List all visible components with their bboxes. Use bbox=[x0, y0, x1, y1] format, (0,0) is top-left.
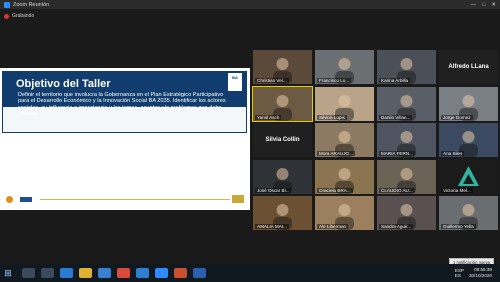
participant-tile[interactable]: Karina Arbilla bbox=[377, 50, 436, 84]
system-tray: ESP ES 09:55:39 30/10/2020 bbox=[455, 267, 492, 278]
participant-tile[interactable]: MARIA FERN... bbox=[377, 123, 436, 157]
participant-grid: Christian Vel... Francisco Lo... Karina Ar… bbox=[252, 50, 499, 230]
participant-name: CLAUDIO AU... bbox=[379, 187, 415, 193]
participant-tile[interactable]: Ale Liberman bbox=[315, 196, 374, 230]
participant-name: Silvia Collin bbox=[265, 137, 300, 143]
participant-name: Victoria Mel... bbox=[441, 187, 473, 193]
footer-logo-icon bbox=[232, 195, 244, 203]
window-title: Zoom Reunión bbox=[13, 1, 50, 8]
slide-body: Definir el territorio que involucra la G… bbox=[18, 92, 226, 117]
participant-tile[interactable]: Danilo Villan... bbox=[377, 86, 436, 121]
footer-logo-icon bbox=[6, 196, 13, 203]
participant-name: Ale Liberman bbox=[317, 224, 349, 229]
participant-tile[interactable]: Guillermo Yella bbox=[439, 196, 498, 230]
participant-tile[interactable]: Sandra Aguir... bbox=[377, 196, 436, 230]
participant-name: Graciela BRA... bbox=[317, 187, 353, 193]
participant-tile[interactable]: Silvina Lupis bbox=[315, 86, 374, 121]
powerpoint-icon[interactable] bbox=[174, 268, 187, 278]
participant-name: AMALIA MAI... bbox=[255, 224, 289, 229]
store-icon[interactable] bbox=[98, 268, 111, 278]
clock[interactable]: 09:55:39 30/10/2020 bbox=[469, 267, 492, 278]
participant-tile[interactable]: Yamil Asch bbox=[252, 85, 313, 122]
participant-tile[interactable]: Ana Siles bbox=[439, 123, 498, 157]
task-view-icon[interactable] bbox=[41, 268, 54, 278]
participant-tile[interactable]: Silvia Collin bbox=[253, 123, 312, 157]
minimize-button[interactable]: — bbox=[471, 2, 477, 8]
participant-name: Mora ARAUJO... bbox=[317, 151, 355, 156]
participant-name: Danilo Villan... bbox=[379, 114, 413, 120]
participant-tile[interactable]: CLAUDIO AU... bbox=[377, 159, 436, 194]
participant-name: MARIA FERN... bbox=[379, 151, 415, 156]
participant-name: Guillermo Yella bbox=[441, 224, 476, 229]
window-titlebar: Zoom Reunión — □ ✕ bbox=[0, 0, 500, 9]
word-icon[interactable] bbox=[193, 268, 206, 278]
lang-indicator[interactable]: ESP ES bbox=[455, 268, 464, 278]
taskbar: ⊞ ESP ES 09:55:39 30/10/2020 bbox=[0, 264, 500, 282]
screen-share: Objetivo del Taller BA Definir el territ… bbox=[0, 68, 250, 210]
chrome-icon[interactable] bbox=[117, 268, 130, 278]
participant-tile[interactable]: Christian Vel... bbox=[253, 50, 312, 84]
record-icon bbox=[4, 13, 9, 19]
participant-name: Alfredo LLana bbox=[448, 64, 489, 70]
mail-icon[interactable] bbox=[136, 268, 149, 278]
participant-name: Yamil Asch bbox=[255, 114, 282, 120]
file-explorer-icon[interactable] bbox=[79, 268, 92, 278]
footer-divider bbox=[40, 199, 230, 200]
participant-tile[interactable]: Victoria Mel... bbox=[439, 159, 498, 194]
zoom-icon[interactable] bbox=[155, 268, 168, 278]
close-button[interactable]: ✕ bbox=[491, 2, 496, 8]
participant-name: Sandra Aguir... bbox=[379, 224, 414, 229]
recording-indicator: Grabando bbox=[4, 12, 34, 20]
participant-name: Francisco Lo... bbox=[317, 78, 352, 83]
edge-icon[interactable] bbox=[60, 268, 73, 278]
participant-tile[interactable]: Alfredo LLana bbox=[439, 50, 498, 84]
participant-name: Silvina Lupis bbox=[317, 114, 347, 120]
maximize-button[interactable]: □ bbox=[482, 2, 485, 8]
windows-start-icon[interactable]: ⊞ bbox=[0, 264, 16, 282]
participant-name: Christian Vel... bbox=[255, 78, 289, 83]
ba-logo: BA bbox=[228, 73, 242, 91]
participant-name: Jorge Gomez bbox=[441, 114, 473, 120]
clock-date: 30/10/2020 bbox=[469, 272, 492, 278]
zoom-icon bbox=[4, 1, 10, 8]
participant-name: José Oscar Bl... bbox=[255, 187, 292, 193]
participant-tile[interactable]: Jorge Gomez bbox=[439, 86, 498, 121]
participant-tile[interactable]: AMALIA MAI... bbox=[253, 196, 312, 230]
participant-tile[interactable]: Francisco Lo... bbox=[315, 50, 374, 84]
recording-label: Grabando bbox=[12, 13, 35, 19]
slide-title: Objetivo del Taller bbox=[16, 78, 111, 90]
participant-tile[interactable]: Mora ARAUJO... bbox=[315, 123, 374, 157]
participant-tile[interactable]: José Oscar Bl... bbox=[253, 159, 312, 194]
footer-logo-icon bbox=[20, 197, 32, 202]
search-icon[interactable] bbox=[22, 268, 35, 278]
slide-footer bbox=[0, 194, 250, 206]
participant-name: Karina Arbilla bbox=[379, 78, 411, 83]
participant-tile[interactable]: Graciela BRA... bbox=[315, 159, 374, 194]
participant-name: Ana Siles bbox=[441, 151, 465, 156]
